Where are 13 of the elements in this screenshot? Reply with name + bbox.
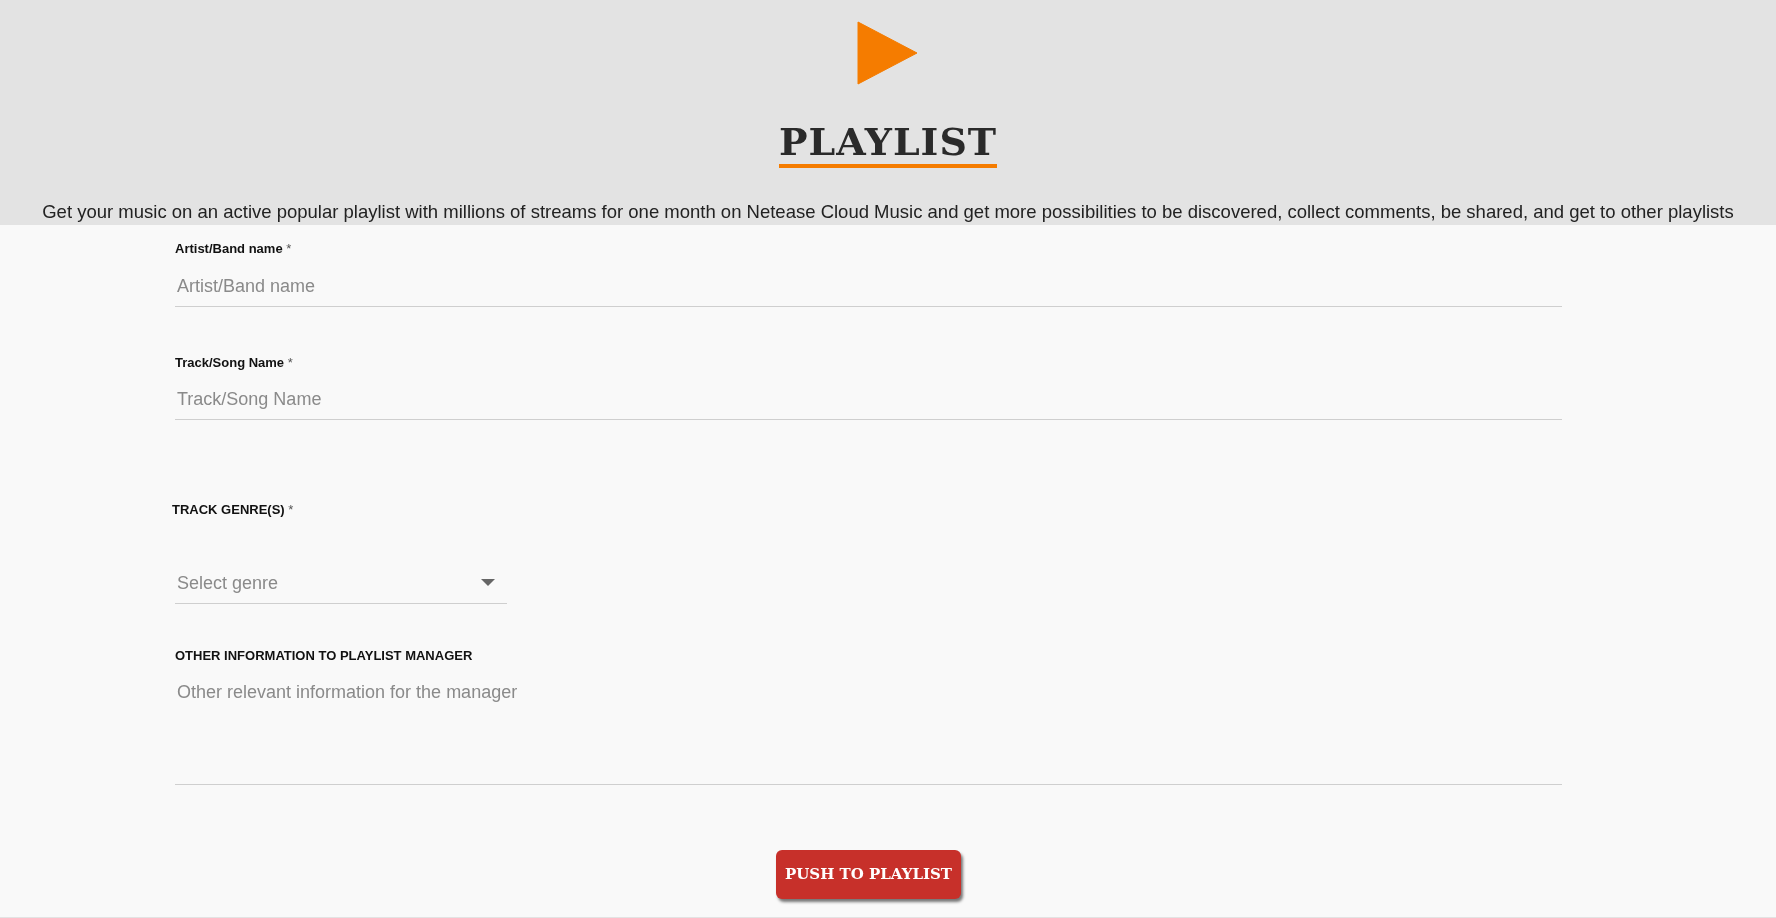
- text-area[interactable]: Other relevant information for the manager: [175, 673, 1562, 786]
- field-label: TRACK GENRE(S) *: [172, 501, 295, 520]
- page-title: PLAYLIST: [778, 120, 998, 168]
- input-field[interactable]: Track/Song Name: [175, 380, 1562, 421]
- genre-select[interactable]: Select genre: [175, 563, 507, 604]
- caret-icon: [481, 579, 495, 588]
- field-label: OTHER INFORMATION TO PLAYLIST MANAGER: [175, 646, 474, 665]
- field-label: Artist/Band name *: [175, 240, 293, 259]
- submit-button[interactable]: PUSH TO PLAYLIST: [776, 850, 961, 899]
- input-field[interactable]: Artist/Band name: [175, 266, 1562, 307]
- field-label: Track/Song Name *: [175, 353, 294, 372]
- description: Get your music on an active popular playlist with millions of streams for one month on Netease Cloud Music and get more possibilities to be discovered, collect comments, be shared, and get to other playlists: [41, 199, 1735, 224]
- play-icon: [857, 20, 919, 86]
